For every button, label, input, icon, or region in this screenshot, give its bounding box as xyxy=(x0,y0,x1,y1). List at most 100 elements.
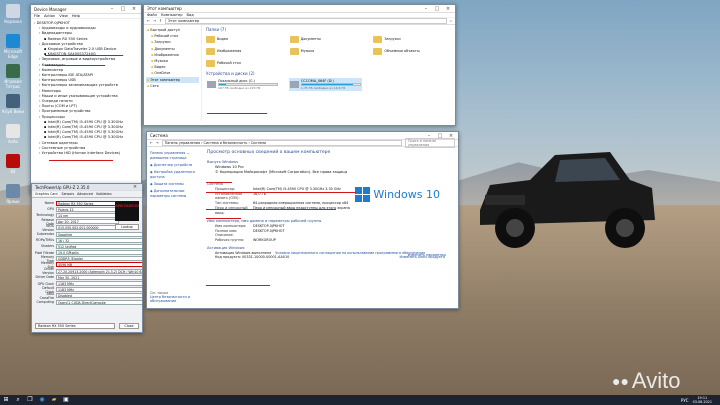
drive-item[interactable]: CCCOMA_X64F (D:) 1,75 ГБ свободно из 14,6… xyxy=(289,78,362,91)
copyright-text: © Корпорация Майкрософт (Microsoft Corpo… xyxy=(215,170,347,175)
search-icon[interactable]: ⌕ xyxy=(13,396,23,404)
device-tree-label: Дисковые устройства xyxy=(41,41,83,46)
gpuz-tab[interactable]: Validation xyxy=(96,192,112,196)
gpuz-value: Apr 20, 2017 xyxy=(56,219,120,225)
ribbon-tab[interactable]: Компьютер xyxy=(161,13,183,17)
back-icon[interactable]: ← xyxy=(150,141,153,145)
lookup-button[interactable]: Lookup xyxy=(115,224,139,230)
highlight-underline xyxy=(49,160,113,162)
desktop-icon[interactable]: Microsoft Edge xyxy=(2,34,24,59)
menu-item[interactable]: View xyxy=(59,14,68,18)
minimize-icon[interactable]: – xyxy=(108,6,116,12)
highlight-underline xyxy=(45,55,123,57)
device-tree-label: Звуковые, игровые и видеоустройства xyxy=(41,57,116,62)
side-link-label: Диспетчер устройств xyxy=(153,163,193,167)
gpuz-value: GDDR5 (Elpida) xyxy=(56,256,142,262)
device-tree-label: Программные устройства xyxy=(41,109,91,114)
gpu-select[interactable]: Radeon RX 550 Series xyxy=(35,323,115,329)
side-link[interactable]: ◆ Диспетчер устройств xyxy=(150,163,199,168)
ribbon-tab[interactable]: Файл xyxy=(147,13,157,17)
window-title: TechPowerUp GPU-Z 2.35.0 xyxy=(35,184,90,190)
gpuz-label: Subvendor xyxy=(36,232,54,237)
desktop-icon[interactable]: Клуб Вики xyxy=(2,94,24,114)
gpuz-tab[interactable]: Sensors xyxy=(62,192,75,196)
side-link-label: Настройка удаленного доступа xyxy=(150,170,195,179)
folder-icon xyxy=(373,35,383,43)
minimize-icon[interactable]: – xyxy=(422,6,430,12)
forward-icon[interactable]: → xyxy=(156,141,159,145)
gpuz-value: 1183 MHz xyxy=(56,281,142,287)
desktop-icon[interactable]: Корзина xyxy=(2,4,24,24)
back-icon[interactable]: ← xyxy=(147,19,150,23)
menu-item[interactable]: Action xyxy=(44,14,55,18)
highlight-underline xyxy=(206,192,356,194)
highlight-underline xyxy=(206,182,232,184)
gpuz-value: 16 / 32 xyxy=(56,237,142,243)
title-bar: Device Manager – □ × xyxy=(31,5,141,14)
folder-item[interactable]: Документы xyxy=(289,34,368,44)
change-settings-link[interactable]: Изменить параметры xyxy=(408,253,446,257)
edge-icon[interactable]: ◉ xyxy=(37,396,47,404)
gpuz-value: OpenCL CUDA DirectCompute xyxy=(56,299,142,305)
clock-date[interactable]: 03.06.2021 xyxy=(693,400,712,404)
close-icon[interactable]: × xyxy=(131,184,139,190)
highlight-underline xyxy=(206,218,241,220)
address-bar[interactable]: Этот компьютер xyxy=(165,18,447,24)
menu-item[interactable]: Help xyxy=(72,14,80,18)
search-icon[interactable]: ⌕ xyxy=(450,19,452,23)
folder-item[interactable]: Загрузки xyxy=(373,34,451,44)
gpuz-tab[interactable]: Graphics Card xyxy=(34,192,59,196)
breadcrumb[interactable]: Панель управления › Система и безопаснос… xyxy=(161,140,402,146)
see-also-link[interactable]: Центр безопасности и обслуживания xyxy=(150,295,202,303)
desktop-icon[interactable]: Ярлык xyxy=(2,184,24,204)
side-link[interactable]: ◆ Настройка удаленного доступа xyxy=(150,170,199,180)
folder-label: Изображения xyxy=(217,49,242,53)
nav-item[interactable]: ▪ Сеть xyxy=(146,83,199,89)
gpuz-row: AMD CrossFire Disabled xyxy=(34,291,142,300)
folder-item[interactable]: Изображения xyxy=(206,46,284,56)
device-tree-label: Процессоры xyxy=(41,114,65,119)
device-tree-label: Аудиовходы и аудиовыходы xyxy=(41,26,96,31)
gpuz-label: AMD CrossFire xyxy=(39,291,54,300)
task-view-icon[interactable]: ❐ xyxy=(25,396,35,404)
side-link[interactable]: Панель управления — домашняя страница xyxy=(150,151,199,161)
forward-icon[interactable]: → xyxy=(153,19,156,23)
amd-logo: AMD RADEON xyxy=(115,204,139,208)
gpuz-value: 27.20.20913.2000 (Adrenalin 21.5.2) DCH … xyxy=(56,268,142,274)
store-icon[interactable]: ▣ xyxy=(61,396,71,404)
explorer-icon[interactable]: ▰ xyxy=(49,396,59,404)
folder-item[interactable]: Видео xyxy=(206,34,284,44)
folder-item[interactable]: Музыка xyxy=(289,46,368,56)
maximize-icon[interactable]: □ xyxy=(119,6,127,12)
side-link[interactable]: ◆ Защита системы xyxy=(150,182,199,187)
gpuz-value: 14 nm xyxy=(56,212,120,218)
drive-item[interactable]: Локальный диск (C:) 197 ГБ свободно из 22… xyxy=(206,78,279,91)
drive-icon xyxy=(207,81,216,88)
gpuz-label: Computing xyxy=(36,300,54,305)
maximize-icon[interactable]: □ xyxy=(433,6,441,12)
side-link[interactable]: ◆ Дополнительные параметры системы xyxy=(150,189,199,199)
desktop-icon[interactable]: 64 xyxy=(2,154,24,174)
device-tree-item[interactable]: › Устройства HID (Human Interface Device… xyxy=(34,151,138,156)
avito-text: Avito xyxy=(631,368,681,393)
product-id: Код продукта: 00331-10000-00001-AA010 xyxy=(215,255,290,260)
close-icon[interactable]: × xyxy=(444,6,452,12)
up-icon[interactable]: ↑ xyxy=(159,19,162,23)
gpuz-tab[interactable]: Advanced xyxy=(77,192,93,196)
folder-item[interactable]: Рабочий стол xyxy=(206,58,284,68)
device-tree-label: Мониторы xyxy=(41,88,61,93)
drive-usage-fill xyxy=(302,84,354,85)
gpuz-row: Computing OpenCL CUDA DirectCompute xyxy=(34,299,142,305)
start-icon[interactable]: ⊞ xyxy=(1,396,11,404)
gpuz-tabs: Graphics Card Sensors Advanced Validation xyxy=(32,191,142,198)
ribbon-tab[interactable]: Вид xyxy=(186,13,193,17)
close-icon[interactable]: × xyxy=(130,6,138,12)
folders-header: Папки (7) xyxy=(206,27,227,32)
folder-item[interactable]: Объемные объекты xyxy=(373,46,451,56)
close-button[interactable]: Close xyxy=(119,323,139,329)
menu-item[interactable]: File xyxy=(34,14,40,18)
language-indicator[interactable]: РУС xyxy=(681,398,689,403)
desktop-icon[interactable]: Avito xyxy=(2,124,24,144)
desktop-icon[interactable]: Игровая Тетрис xyxy=(2,64,24,89)
nav-item-label: Загрузки xyxy=(154,40,171,45)
